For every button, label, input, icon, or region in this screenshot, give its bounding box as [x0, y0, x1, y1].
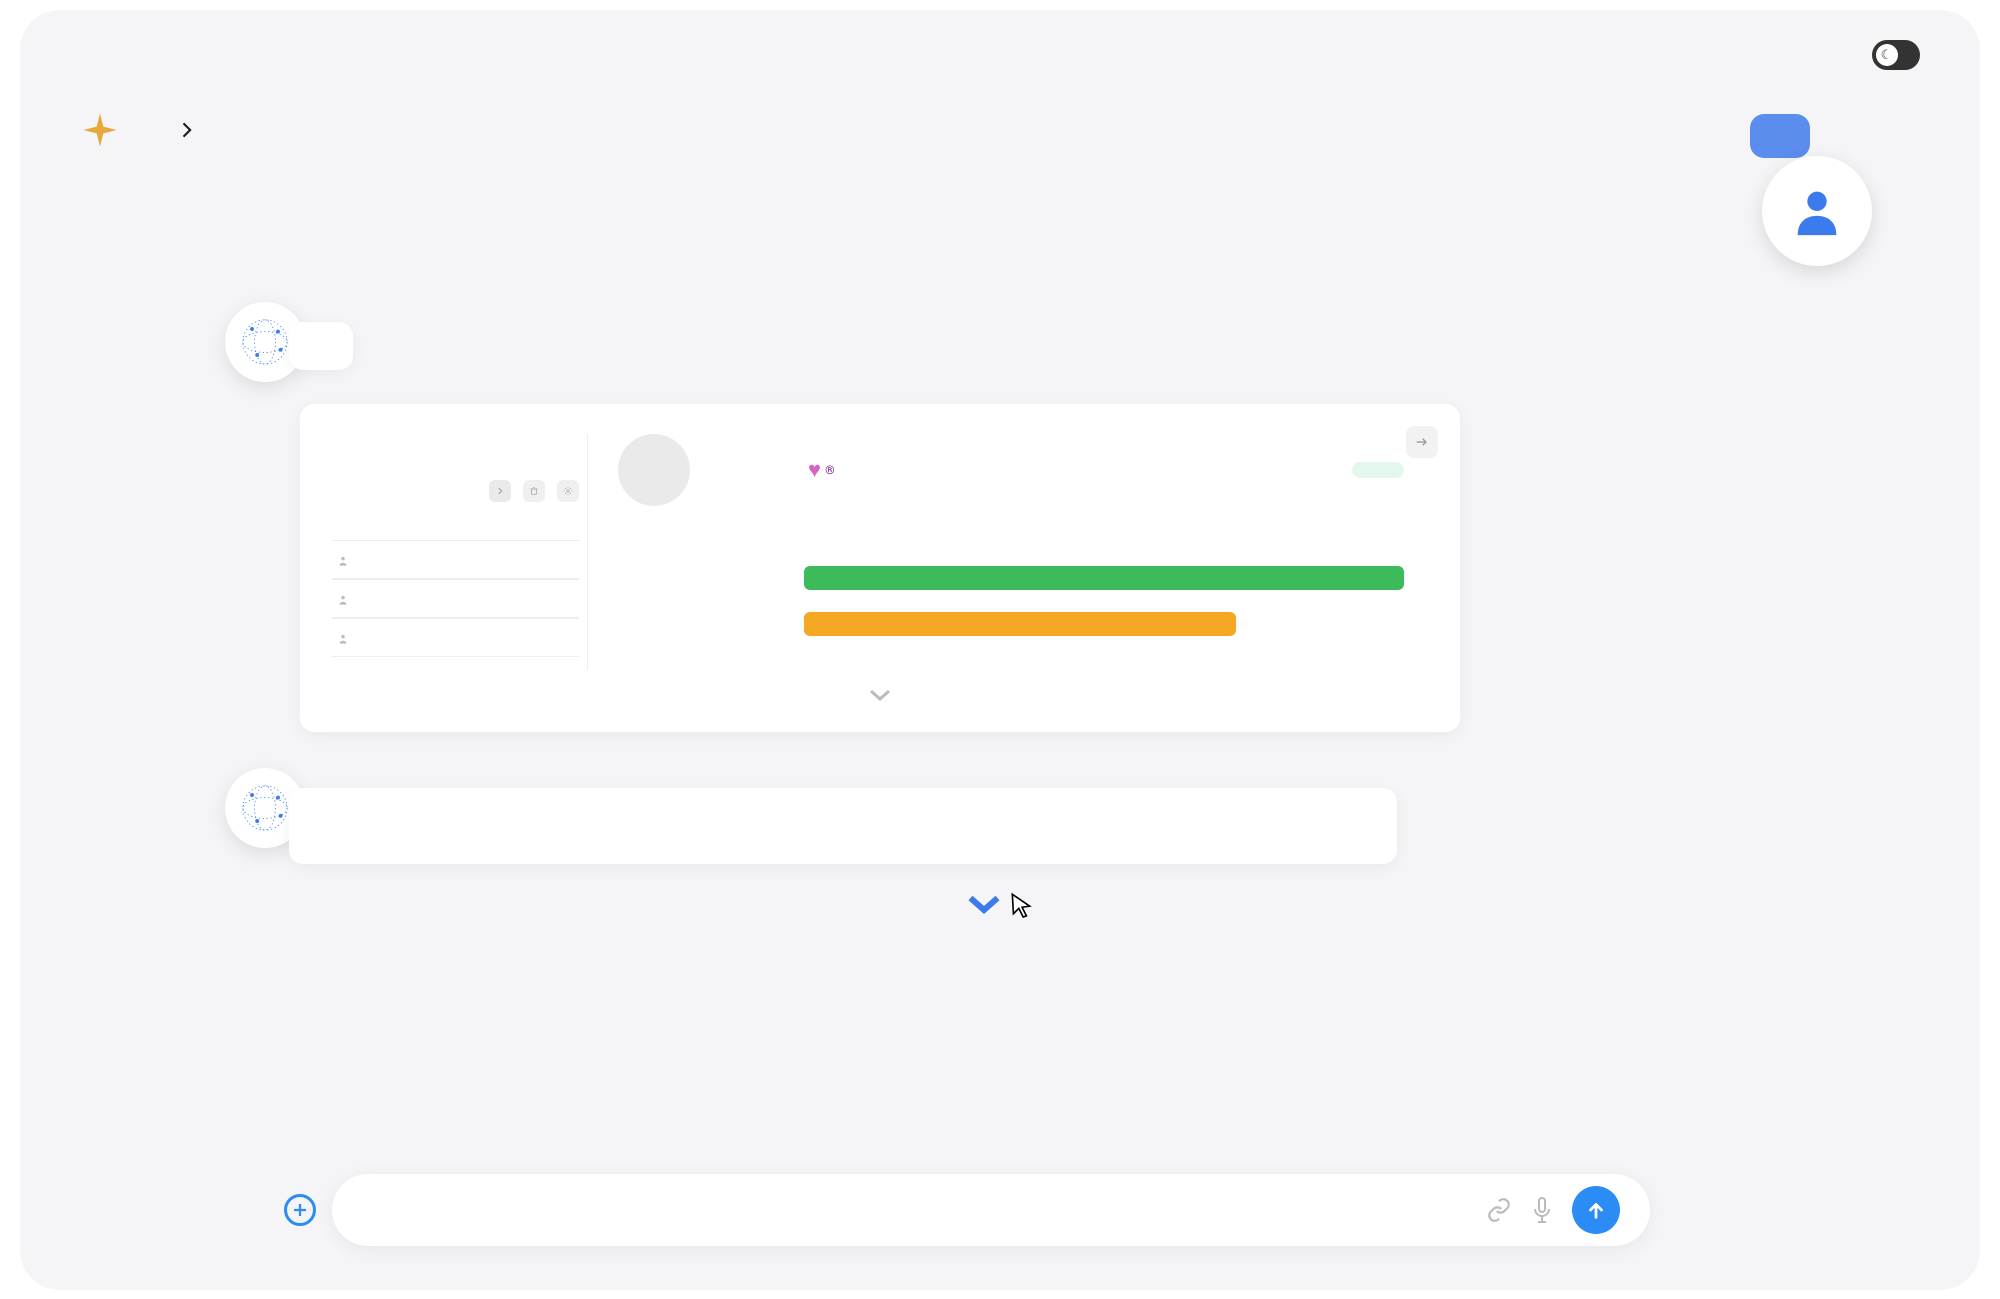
sphere-logo-icon — [239, 782, 291, 834]
coverage-status-badge — [1352, 462, 1404, 478]
sphere-logo-icon — [239, 316, 291, 368]
cursor-icon — [1008, 888, 1034, 924]
microphone-icon[interactable] — [1530, 1196, 1554, 1224]
chevron-down-icon — [868, 688, 892, 702]
user-avatar — [1762, 156, 1872, 266]
arrow-right-icon — [1414, 434, 1430, 450]
recent-next-button[interactable] — [489, 480, 511, 502]
user-message — [1750, 114, 1810, 158]
recent-item[interactable] — [332, 618, 579, 657]
oop-bar — [804, 612, 1236, 636]
person-icon — [336, 554, 350, 568]
patient-avatar — [618, 434, 690, 506]
oop-bar-track — [804, 612, 1404, 636]
ai-message — [289, 322, 353, 370]
person-icon — [336, 632, 350, 646]
person-icon — [1788, 182, 1846, 240]
person-icon — [336, 593, 350, 607]
arrow-up-icon — [1585, 1199, 1607, 1221]
heart-icon: ♥ — [808, 457, 821, 483]
chevron-right-icon — [495, 486, 505, 496]
open-report-button[interactable] — [1406, 426, 1438, 458]
message-input[interactable] — [376, 1197, 1486, 1223]
dark-mode-toggle[interactable]: ☾ — [1872, 40, 1920, 70]
recent-item[interactable] — [332, 540, 579, 579]
eligibility-report-card: ♥® — [300, 404, 1460, 732]
trash-icon[interactable] — [523, 480, 545, 502]
deductible-bar — [804, 566, 1404, 590]
chevron-down-icon — [966, 891, 1002, 917]
expand-details-button[interactable] — [966, 891, 1002, 921]
moon-icon: ☾ — [1876, 44, 1898, 66]
plus-icon — [291, 1201, 309, 1219]
expand-report-button[interactable] — [300, 688, 1460, 702]
recent-item[interactable] — [332, 579, 579, 618]
ai-message — [289, 788, 1397, 864]
gear-icon[interactable] — [557, 480, 579, 502]
insurer-logo: ♥® — [808, 457, 835, 483]
link-icon[interactable] — [1486, 1197, 1512, 1223]
message-input-container — [332, 1174, 1650, 1246]
send-button[interactable] — [1572, 1186, 1620, 1234]
add-attachment-button[interactable] — [284, 1194, 316, 1226]
